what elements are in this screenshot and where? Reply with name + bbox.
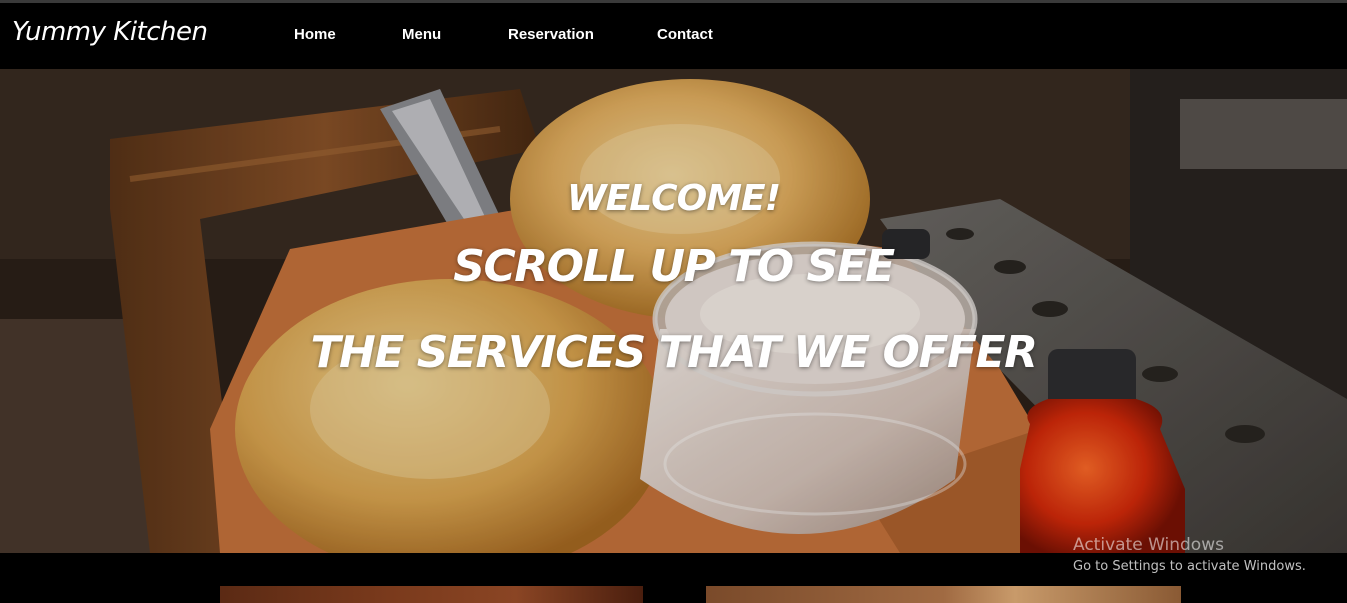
brand-logo[interactable]: Yummy Kitchen	[12, 17, 208, 47]
nav-home-link[interactable]: Home	[294, 26, 336, 43]
hero-section: WELCOME! SCROLL UP TO SEE THE SERVICES T…	[0, 69, 1347, 553]
service-card-image-2[interactable]	[706, 586, 1181, 603]
nav-contact-link[interactable]: Contact	[657, 26, 713, 43]
hero-heading-line-2: THE SERVICES THAT WE OFFER	[310, 327, 1039, 378]
nav-reservation-link[interactable]: Reservation	[508, 26, 594, 43]
hero-welcome-text: WELCOME!	[566, 178, 781, 219]
windows-activation-subtitle: Go to Settings to activate Windows.	[1073, 559, 1306, 574]
hero-heading-line-1: SCROLL UP TO SEE	[453, 241, 895, 292]
service-card-image-1[interactable]	[220, 586, 643, 603]
hero-background-image	[0, 69, 1347, 553]
navbar: Yummy Kitchen Home Menu Reservation Cont…	[0, 3, 1347, 69]
nav-menu-link[interactable]: Menu	[402, 26, 441, 43]
windows-activation-title: Activate Windows	[1073, 535, 1224, 555]
